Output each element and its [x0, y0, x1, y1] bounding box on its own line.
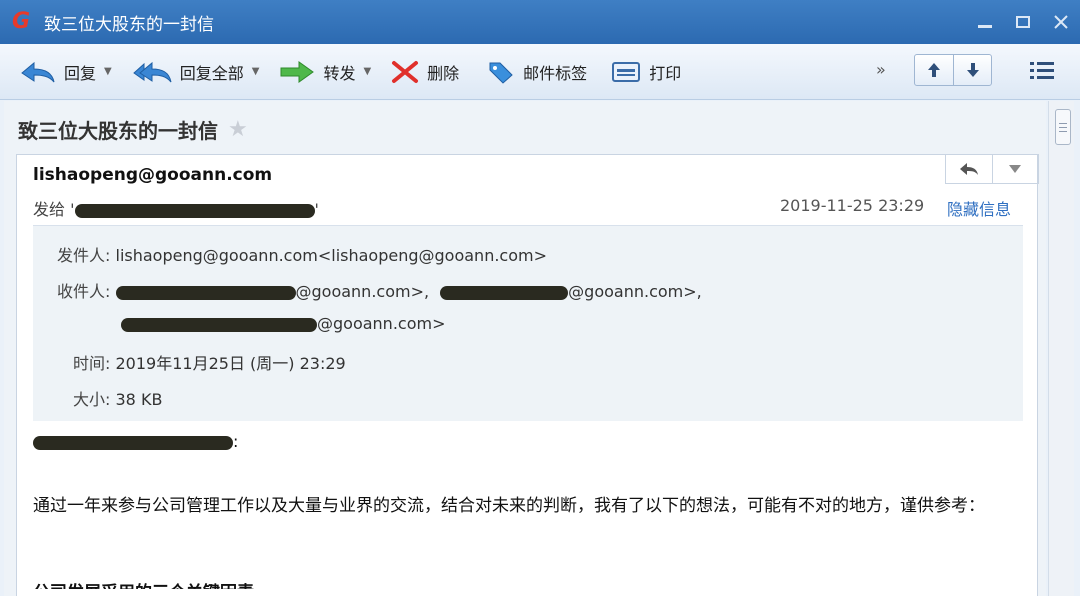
to-row: 收件人: @gooann.com>, @gooann.com>,	[57, 278, 702, 302]
greeting-suffix: :	[233, 432, 239, 451]
size-row: 大小: 38 KB	[73, 386, 162, 410]
message-view: 致三位大股东的一封信 ★ lishaopeng@gooann.com 发给 ' '…	[4, 101, 1046, 596]
forward-icon	[279, 60, 315, 84]
reply-all-icon	[132, 60, 172, 84]
reply-arrow-icon	[959, 163, 978, 175]
reply-all-label: 回复全部	[179, 63, 244, 83]
sender-address[interactable]: lishaopeng@gooann.com	[33, 165, 272, 185]
message-navigation	[914, 54, 992, 86]
time-value: 2019年11月25日 (周一) 23:29	[115, 354, 346, 373]
message-details: 发件人: lishaopeng@gooann.com<lishaopeng@go…	[33, 225, 1023, 421]
to-row-continued: @gooann.com>	[121, 314, 445, 333]
to-address-3-tail[interactable]: @gooann.com>	[317, 314, 445, 333]
scrollbar-thumb[interactable]	[1055, 109, 1071, 145]
window-controls	[966, 0, 1080, 44]
time-row: 时间: 2019年11月25日 (周一) 23:29	[73, 350, 346, 374]
arrow-down-icon	[966, 63, 979, 77]
reply-label: 回复	[64, 63, 97, 83]
delete-icon	[391, 60, 419, 84]
tag-icon	[487, 60, 515, 84]
size-value: 38 KB	[115, 390, 163, 409]
forward-dropdown-icon[interactable]: ▼	[363, 66, 371, 77]
chevron-down-icon	[1009, 165, 1022, 173]
quick-reply-button[interactable]	[946, 155, 992, 183]
greeting-line: :	[33, 432, 238, 451]
next-message-button[interactable]	[953, 55, 991, 85]
time-label: 时间:	[73, 354, 111, 373]
previous-message-button[interactable]	[915, 55, 953, 85]
to-address-2-tail[interactable]: @gooann.com>,	[568, 282, 702, 301]
tag-button[interactable]: 邮件标签	[487, 52, 587, 92]
subject-row: 致三位大股东的一封信 ★	[18, 115, 248, 144]
delete-label: 删除	[427, 63, 460, 83]
quick-reply-box	[945, 154, 1039, 184]
redacted-address-1	[115, 285, 296, 300]
quick-reply-dropdown[interactable]	[991, 155, 1039, 183]
watermark-text: 安全牛	[960, 539, 1027, 564]
redacted-address-2	[440, 285, 569, 300]
to-label: 收件人:	[57, 282, 111, 301]
reply-all-button[interactable]: 回复全部 ▼	[132, 52, 260, 92]
reply-dropdown-icon[interactable]: ▼	[104, 66, 112, 77]
reply-icon	[20, 60, 56, 84]
tag-label: 邮件标签	[523, 63, 588, 83]
maximize-icon	[1016, 16, 1030, 28]
print-label: 打印	[649, 63, 682, 83]
title-bar: G 致三位大股东的一封信	[0, 0, 1080, 44]
redacted-address-3	[121, 317, 317, 332]
partial-heading: 公司发展采用的三个关键因素	[33, 583, 254, 596]
print-button[interactable]: 打印	[611, 52, 681, 92]
message-datetime: 2019-11-25 23:29	[780, 196, 925, 215]
vertical-scrollbar[interactable]	[1048, 101, 1074, 596]
print-icon	[611, 60, 641, 84]
from-angle: <lishaopeng@gooann.com>	[317, 246, 547, 265]
close-button[interactable]	[1042, 0, 1080, 44]
star-icon[interactable]: ★	[228, 117, 248, 142]
watermark: 安全牛	[918, 533, 1026, 565]
toolbar: 回复 ▼ 回复全部 ▼ 转发 ▼ 删除 邮件标签 打印 »	[0, 44, 1080, 100]
hide-info-link[interactable]: 隐藏信息	[947, 196, 1011, 220]
reply-button[interactable]: 回复 ▼	[20, 52, 112, 92]
forward-label: 转发	[323, 63, 356, 83]
more-button[interactable]: »	[876, 60, 886, 79]
message-card: lishaopeng@gooann.com 发给 ' ' 2019-11-25 2…	[16, 154, 1039, 596]
window-title: 致三位大股东的一封信	[44, 14, 214, 35]
from-value[interactable]: lishaopeng@gooann.com	[116, 246, 318, 265]
from-label: 发件人:	[57, 246, 111, 265]
reply-all-dropdown-icon[interactable]: ▼	[252, 66, 260, 77]
send-to-suffix: '	[314, 200, 319, 219]
list-menu-icon	[1030, 62, 1054, 79]
close-icon	[1054, 15, 1068, 29]
send-to-prefix: 发给 '	[33, 200, 75, 219]
arrow-up-icon	[928, 63, 940, 77]
redacted-greeting	[33, 435, 233, 450]
wechat-icon	[920, 536, 958, 562]
body-paragraph: 通过一年来参与公司管理工作以及大量与业界的交流，结合对未来的判断，我有了以下的想…	[33, 496, 985, 516]
delete-button[interactable]: 删除	[391, 52, 459, 92]
minimize-button[interactable]	[966, 0, 1004, 44]
size-label: 大小:	[73, 390, 111, 409]
send-to-line: 发给 ' '	[33, 196, 319, 220]
menu-button[interactable]	[1030, 60, 1054, 84]
message-subject: 致三位大股东的一封信	[18, 119, 218, 143]
redacted-recipients	[74, 203, 315, 218]
maximize-button[interactable]	[1004, 0, 1042, 44]
from-row: 发件人: lishaopeng@gooann.com<lishaopeng@go…	[57, 242, 547, 266]
app-logo-icon: G	[12, 9, 31, 34]
to-address-1-tail[interactable]: @gooann.com>,	[296, 282, 430, 301]
forward-button[interactable]: 转发 ▼	[279, 52, 371, 92]
minimize-icon	[978, 25, 992, 28]
